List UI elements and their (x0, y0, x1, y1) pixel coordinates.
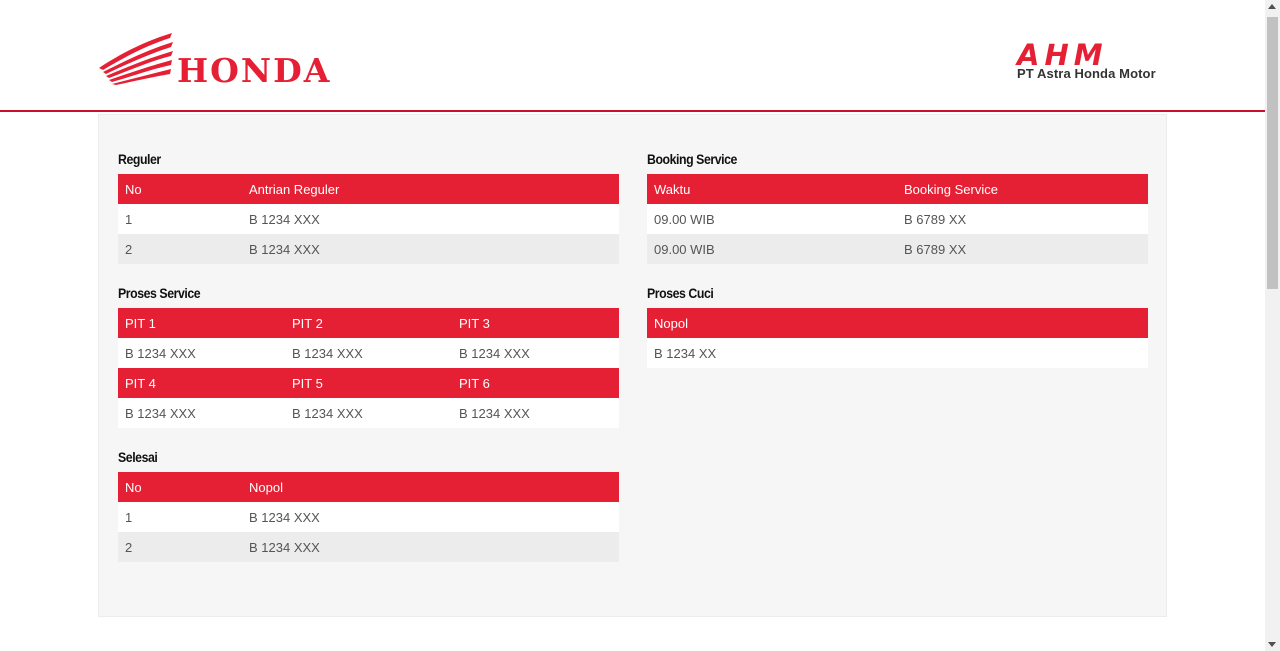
table-row: 2 B 1234 XXX (118, 234, 619, 264)
scroll-down-arrow-icon[interactable] (1268, 642, 1276, 647)
table-header-row: No Nopol (118, 472, 619, 502)
table-row: 09.00 WIB B 6789 XX (647, 234, 1148, 264)
table-header-row: No Antrian Reguler (118, 174, 619, 204)
proses-cuci-table: Nopol B 1234 XX (647, 308, 1148, 368)
section-title: Reguler (118, 151, 161, 167)
table-row: B 1234 XX (647, 338, 1148, 368)
section-title: Proses Service (118, 285, 201, 301)
table-row: 1 B 1234 XXX (118, 204, 619, 234)
honda-wing-logo: HONDA (99, 33, 331, 86)
column-header: No (118, 174, 242, 204)
honda-wordmark: HONDA (177, 51, 331, 86)
table-cell: B 1234 XXX (285, 338, 452, 368)
left-column: Reguler No Antrian Reguler 1 B 1234 XXX … (118, 151, 619, 583)
page-header: HONDA AHM PT Astra Honda Motor (0, 0, 1265, 112)
reguler-section: Reguler No Antrian Reguler 1 B 1234 XXX … (118, 151, 619, 264)
column-header: PIT 5 (285, 368, 452, 398)
table-row: 09.00 WIB B 6789 XX (647, 204, 1148, 234)
column-header: PIT 1 (118, 308, 285, 338)
column-header: PIT 4 (118, 368, 285, 398)
table-cell: B 6789 XX (897, 234, 1148, 264)
right-column: Booking Service Waktu Booking Service 09… (647, 151, 1148, 389)
table-cell: 1 (118, 502, 242, 532)
table-row: 1 B 1234 XXX (118, 502, 619, 532)
booking-service-section: Booking Service Waktu Booking Service 09… (647, 151, 1148, 264)
section-title: Booking Service (647, 151, 737, 167)
scrollbar-thumb[interactable] (1267, 17, 1278, 289)
table-cell: B 1234 XX (647, 338, 1148, 368)
table-cell: B 1234 XXX (242, 502, 619, 532)
ahm-company-name: PT Astra Honda Motor (1017, 66, 1156, 81)
section-title: Selesai (118, 449, 158, 465)
vertical-scrollbar[interactable] (1265, 0, 1280, 651)
section-title: Proses Cuci (647, 285, 714, 301)
table-header-row: Waktu Booking Service (647, 174, 1148, 204)
table-cell: B 1234 XXX (118, 398, 285, 428)
reguler-table: No Antrian Reguler 1 B 1234 XXX 2 B 1234… (118, 174, 619, 264)
table-cell: B 6789 XX (897, 204, 1148, 234)
column-header: PIT 2 (285, 308, 452, 338)
selesai-section: Selesai No Nopol 1 B 1234 XXX 2 B 1234 X… (118, 449, 619, 562)
table-cell: B 1234 XXX (452, 338, 619, 368)
table-cell: 09.00 WIB (647, 234, 897, 264)
table-cell: B 1234 XXX (242, 234, 619, 264)
column-header: Waktu (647, 174, 897, 204)
column-header: Nopol (242, 472, 619, 502)
column-header: PIT 6 (452, 368, 619, 398)
table-row: B 1234 XXX B 1234 XXX B 1234 XXX (118, 398, 619, 428)
table-cell: B 1234 XXX (242, 532, 619, 562)
table-cell: 2 (118, 532, 242, 562)
selesai-table: No Nopol 1 B 1234 XXX 2 B 1234 XXX (118, 472, 619, 562)
table-row: 2 B 1234 XXX (118, 532, 619, 562)
table-cell: 2 (118, 234, 242, 264)
table-header-row: PIT 1 PIT 2 PIT 3 (118, 308, 619, 338)
scroll-up-arrow-icon[interactable] (1268, 4, 1276, 9)
table-row: B 1234 XXX B 1234 XXX B 1234 XXX (118, 338, 619, 368)
proses-service-table: PIT 1 PIT 2 PIT 3 B 1234 XXX B 1234 XXX … (118, 308, 619, 428)
column-header: Antrian Reguler (242, 174, 619, 204)
column-header: Booking Service (897, 174, 1148, 204)
proses-cuci-section: Proses Cuci Nopol B 1234 XX (647, 285, 1148, 368)
table-header-row: Nopol (647, 308, 1148, 338)
table-cell: 09.00 WIB (647, 204, 897, 234)
queue-panel: Reguler No Antrian Reguler 1 B 1234 XXX … (98, 114, 1167, 617)
table-cell: B 1234 XXX (118, 338, 285, 368)
table-cell: B 1234 XXX (452, 398, 619, 428)
table-header-row: PIT 4 PIT 5 PIT 6 (118, 368, 619, 398)
table-cell: 1 (118, 204, 242, 234)
booking-service-table: Waktu Booking Service 09.00 WIB B 6789 X… (647, 174, 1148, 264)
table-cell: B 1234 XXX (285, 398, 452, 428)
column-header: PIT 3 (452, 308, 619, 338)
proses-service-section: Proses Service PIT 1 PIT 2 PIT 3 B 1234 … (118, 285, 619, 428)
column-header: No (118, 472, 242, 502)
column-header: Nopol (647, 308, 1148, 338)
table-cell: B 1234 XXX (242, 204, 619, 234)
